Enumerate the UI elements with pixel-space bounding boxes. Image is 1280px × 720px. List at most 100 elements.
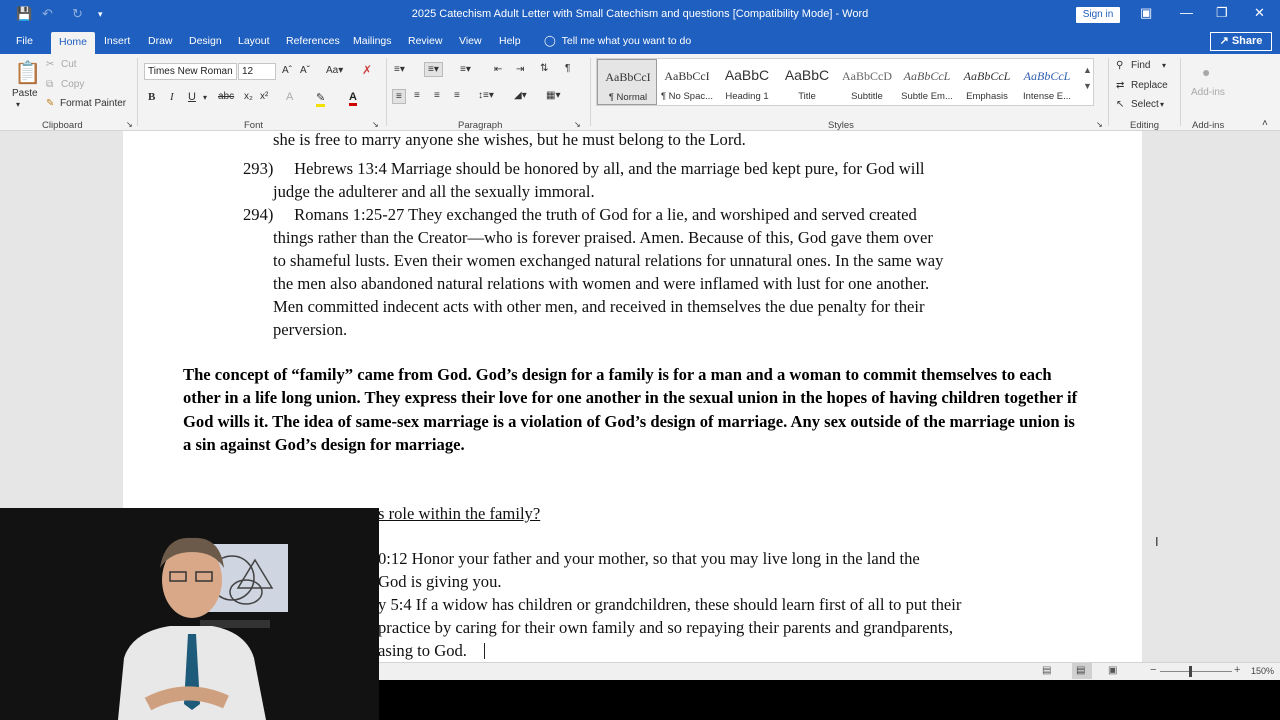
style-no-spacing[interactable]: AaBbCcI ¶ No Spac... — [657, 59, 717, 105]
add-ins-icon[interactable]: ● — [1202, 64, 1210, 80]
numbering-icon[interactable]: ≡▾ — [424, 62, 443, 77]
doc-line: things rather than the Creator—who is fo… — [273, 228, 933, 247]
restore-icon[interactable]: ❐ — [1216, 5, 1228, 21]
show-marks-icon[interactable]: ¶ — [565, 63, 570, 74]
align-left-icon[interactable]: ≡ — [392, 89, 406, 104]
style-normal[interactable]: AaBbCcI ¶ Normal — [597, 59, 657, 105]
web-layout-icon[interactable]: ▣ — [1108, 665, 1117, 676]
close-icon[interactable]: ✕ — [1254, 5, 1265, 21]
share-label: Share — [1231, 35, 1263, 47]
find-dropdown-icon[interactable]: ▾ — [1162, 61, 1166, 70]
strikethrough-icon[interactable]: abc — [218, 91, 234, 102]
tab-help[interactable]: Help — [499, 35, 521, 47]
subscript-icon[interactable]: x₂ — [244, 91, 253, 102]
change-case-icon[interactable]: Aa▾ — [326, 65, 343, 76]
replace-button[interactable]: Replace — [1131, 80, 1168, 91]
find-icon[interactable]: ⚲ — [1116, 60, 1123, 71]
borders-icon[interactable]: ▦▾ — [546, 90, 560, 101]
format-painter-button[interactable]: Format Painter — [60, 98, 126, 109]
shrink-font-icon[interactable]: Aˇ — [300, 65, 310, 76]
style-heading-1[interactable]: AaBbC Heading 1 — [717, 59, 777, 105]
style-name: Title — [798, 91, 816, 102]
minimize-icon[interactable]: — — [1180, 5, 1193, 20]
paste-button[interactable]: Paste — [12, 88, 38, 99]
tab-file[interactable]: File — [16, 35, 33, 47]
style-subtle-emphasis[interactable]: AaBbCcL Subtle Em... — [897, 59, 957, 105]
font-color-icon[interactable]: A — [349, 91, 357, 106]
zoom-out-icon[interactable]: − — [1150, 664, 1156, 676]
superscript-icon[interactable]: x² — [260, 91, 268, 102]
sign-in-button[interactable]: Sign in — [1076, 7, 1120, 23]
share-button[interactable]: ↗ Share — [1210, 32, 1272, 51]
line-spacing-icon[interactable]: ↕≡▾ — [478, 90, 494, 101]
increase-indent-icon[interactable]: ⇥ — [516, 64, 524, 75]
bullets-icon[interactable]: ≡▾ — [394, 64, 405, 75]
align-right-icon[interactable]: ≡ — [434, 90, 440, 101]
lightbulb-icon: ◯ — [544, 35, 556, 47]
paste-dropdown-icon[interactable]: ▾ — [16, 100, 20, 109]
text-effects-icon[interactable]: A — [286, 91, 293, 103]
doc-line: 294) Romans 1:25-27 They exchanged the t… — [243, 205, 917, 224]
copy-button[interactable]: Copy — [61, 79, 84, 90]
zoom-slider-thumb[interactable] — [1189, 666, 1192, 677]
tab-draw[interactable]: Draw — [148, 35, 173, 47]
underline-dropdown-icon[interactable]: ▾ — [203, 93, 207, 102]
read-mode-icon[interactable]: ▤ — [1042, 665, 1051, 676]
styles-more-icon[interactable]: ▼ — [1083, 81, 1092, 91]
clear-formatting-icon[interactable]: ✗ — [362, 63, 372, 77]
sort-icon[interactable]: ⇅ — [540, 63, 548, 74]
styles-launcher-icon[interactable]: ↘ — [1096, 120, 1103, 129]
add-ins-button[interactable]: Add-ins — [1191, 87, 1225, 98]
divider — [1180, 58, 1181, 126]
tab-home[interactable]: Home — [51, 32, 96, 54]
bold-icon[interactable]: B — [148, 91, 155, 103]
find-button[interactable]: Find — [1131, 60, 1150, 71]
tab-insert[interactable]: Insert — [104, 35, 130, 47]
tab-references[interactable]: References — [286, 35, 340, 47]
underline-icon[interactable]: U — [188, 91, 196, 103]
align-center-icon[interactable]: ≡ — [414, 90, 420, 101]
format-painter-icon[interactable]: ✎ — [46, 98, 54, 109]
editing-group-label: Editing — [1130, 120, 1160, 131]
style-emphasis[interactable]: AaBbCcL Emphasis — [957, 59, 1017, 105]
font-name-combo[interactable]: Times New Roman — [144, 63, 237, 80]
select-icon[interactable]: ↖ — [1116, 99, 1124, 110]
tell-me-search[interactable]: ◯ Tell me what you want to do — [544, 35, 691, 47]
clipboard-launcher-icon[interactable]: ↘ — [126, 120, 133, 129]
style-subtitle[interactable]: AaBbCcD Subtitle — [837, 59, 897, 105]
zoom-slider[interactable] — [1160, 671, 1232, 672]
replace-icon[interactable]: ⇄ — [1116, 80, 1124, 91]
cut-icon[interactable]: ✂ — [46, 59, 54, 70]
grow-font-icon[interactable]: Aˆ — [282, 65, 292, 76]
style-intense-emphasis[interactable]: AaBbCcL Intense E... — [1017, 59, 1077, 105]
paragraph-launcher-icon[interactable]: ↘ — [574, 120, 581, 129]
shading-icon[interactable]: ◢▾ — [514, 90, 527, 101]
zoom-in-icon[interactable]: + — [1234, 664, 1240, 676]
font-size-value: 12 — [242, 66, 254, 77]
tab-design[interactable]: Design — [189, 35, 222, 47]
paste-icon[interactable]: 📋 — [14, 60, 41, 86]
tab-view[interactable]: View — [459, 35, 482, 47]
select-dropdown-icon[interactable]: ▾ — [1160, 100, 1164, 109]
justify-icon[interactable]: ≡ — [454, 90, 460, 101]
highlight-icon[interactable]: ✎ — [316, 91, 326, 107]
cut-button[interactable]: Cut — [61, 59, 77, 70]
copy-icon[interactable]: ⧉ — [46, 79, 53, 90]
select-button[interactable]: Select — [1131, 99, 1159, 110]
tab-review[interactable]: Review — [408, 35, 442, 47]
collapse-ribbon-icon[interactable]: ˄ — [1262, 118, 1268, 129]
style-title[interactable]: AaBbC Title — [777, 59, 837, 105]
tab-layout[interactable]: Layout — [238, 35, 270, 47]
bold-paragraph: The concept of “family” came from God. G… — [183, 365, 1078, 454]
tab-mailings[interactable]: Mailings — [353, 35, 392, 47]
styles-scroll-up-icon[interactable]: ▲ — [1083, 65, 1092, 75]
style-preview: AaBbCcL — [903, 69, 951, 83]
doc-line: practice by caring for their own family … — [378, 618, 954, 637]
multilevel-list-icon[interactable]: ≡▾ — [460, 64, 471, 75]
decrease-indent-icon[interactable]: ⇤ — [494, 64, 502, 75]
ribbon-display-icon[interactable]: ▣ — [1140, 5, 1152, 21]
font-launcher-icon[interactable]: ↘ — [372, 120, 379, 129]
font-size-combo[interactable]: 12 — [238, 63, 276, 80]
italic-icon[interactable]: I — [170, 91, 174, 103]
zoom-level[interactable]: 150% — [1251, 666, 1274, 676]
